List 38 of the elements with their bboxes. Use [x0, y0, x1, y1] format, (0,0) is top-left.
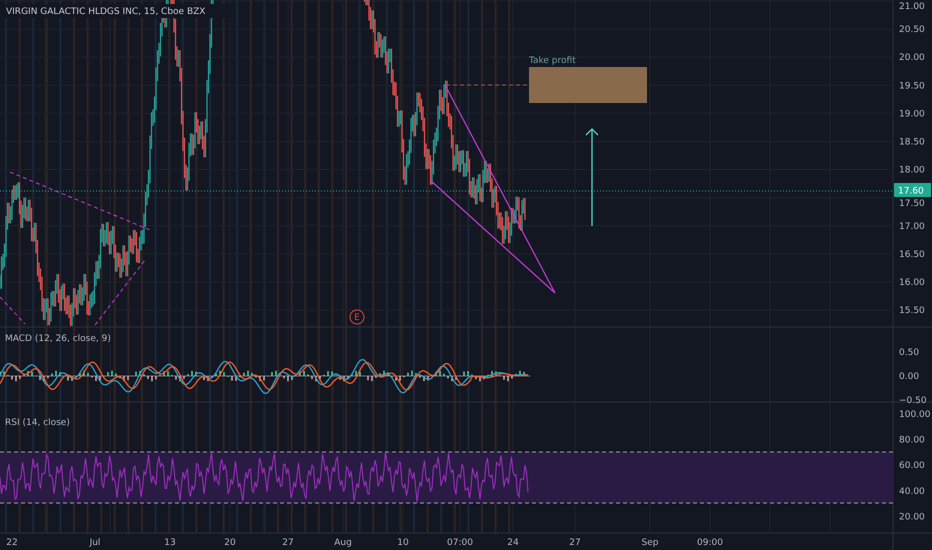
take-profit-label: Take profit: [529, 56, 576, 66]
chart-title: VIRGIN GALACTIC HLDGS INC, 15, Cboe BZX: [6, 7, 206, 17]
price-axis-label: 18.00: [899, 166, 925, 176]
time-axis-label: 10: [397, 538, 409, 548]
time-axis-label: Jul: [90, 538, 100, 548]
indicator-axis-label: 0.50: [899, 348, 920, 358]
price-axis-label: 16.50: [899, 250, 925, 260]
price-axis-label: 18.50: [899, 138, 925, 148]
time-axis-label: 20: [224, 538, 236, 548]
indicator-axis-label: 20.00: [899, 512, 925, 522]
indicator-axis-label: 100.00: [899, 410, 930, 420]
indicator-axis-label: 80.00: [899, 436, 925, 446]
indicator-axis-label: −0.50: [899, 396, 927, 406]
indicator-label: MACD (12, 26, close, 9): [5, 334, 111, 344]
time-axis-label: Aug: [334, 538, 352, 548]
indicator-axis-label: 0.00: [899, 372, 920, 382]
price-axis-label: 19.50: [899, 81, 925, 92]
price-axis-label: 20.50: [899, 25, 925, 36]
indicator-label: RSI (14, close): [5, 418, 70, 428]
time-axis-label: 24: [507, 538, 519, 548]
price-axis-label: 17.50: [899, 199, 925, 209]
time-axis-label: 22: [6, 538, 18, 548]
time-axis-label: Sep: [642, 538, 658, 548]
price-axis-label: 17.00: [899, 222, 925, 232]
time-axis-label: 13: [164, 538, 176, 548]
price-axis-label: 20.00: [899, 53, 925, 64]
time-axis-label: 07:00: [447, 538, 473, 548]
price-axis-label: 16.00: [899, 278, 925, 288]
earnings-marker[interactable]: [350, 310, 364, 324]
time-axis-label: 27: [569, 538, 581, 548]
time-axis-label: 09:00: [697, 538, 723, 548]
earnings-label: E: [354, 313, 360, 323]
price-axis-label: 19.00: [899, 109, 925, 120]
indicator-axis-label: 60.00: [899, 461, 925, 472]
price-axis-label: 15.50: [899, 306, 925, 316]
time-axis-label: 27: [282, 538, 294, 548]
price-axis-label: 21.00: [899, 2, 925, 12]
indicator-axis-label: 40.00: [899, 486, 925, 497]
